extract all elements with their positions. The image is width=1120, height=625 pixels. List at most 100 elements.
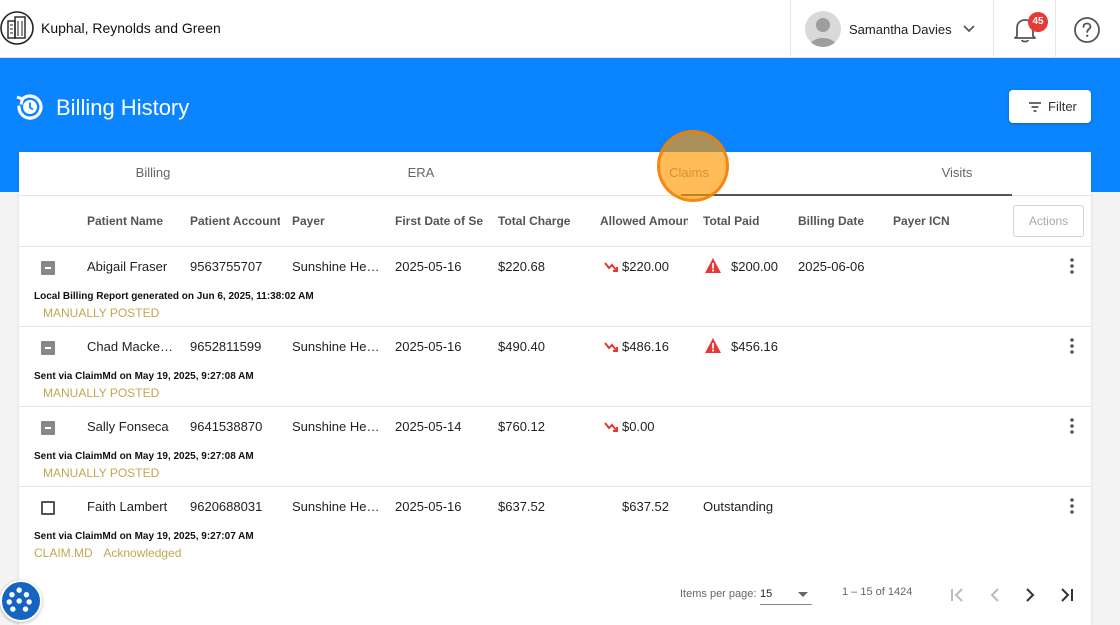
- dots-grid-icon: [6, 587, 32, 612]
- avatar: [805, 11, 841, 47]
- patient-name[interactable]: Chad Mackenzie: [87, 339, 173, 354]
- first-page-icon[interactable]: [947, 584, 969, 606]
- status-tag: MANUALLY POSTED: [43, 306, 160, 320]
- table-row[interactable]: Sally Fonseca 9641538870 Sunshine Health…: [19, 407, 1091, 487]
- table-header: Patient Name Patient Account Payer First…: [19, 196, 1091, 247]
- submission-info: Sent via ClaimMd on May 19, 2025, 9:27:0…: [34, 371, 254, 382]
- filter-label: Filter: [1048, 99, 1077, 114]
- submission-info: Sent via ClaimMd on May 19, 2025, 9:27:0…: [34, 531, 254, 542]
- total-paid: $456.16: [731, 339, 778, 354]
- allowed-amount: $637.52: [622, 499, 669, 514]
- patient-account: 9620688031: [190, 499, 263, 514]
- history-icon: [16, 94, 43, 120]
- help-icon[interactable]: [1073, 16, 1101, 44]
- tab-visits[interactable]: Visits: [823, 152, 1091, 196]
- notification-badge: 45: [1028, 12, 1048, 32]
- submission-info: Local Billing Report generated on Jun 6,…: [34, 291, 314, 302]
- row-checkbox[interactable]: [41, 421, 55, 435]
- user-name: Samantha Davies: [849, 22, 952, 37]
- page-range: 1 – 15 of 1424: [842, 586, 913, 598]
- paginator: Items per page: 15 1 – 15 of 1424: [19, 574, 1091, 614]
- row-checkbox[interactable]: [41, 261, 55, 275]
- accessibility-widget-button[interactable]: [0, 580, 42, 622]
- warning-icon: [705, 258, 721, 273]
- more-vertical-icon[interactable]: [1069, 497, 1075, 515]
- more-vertical-icon[interactable]: [1069, 337, 1075, 355]
- user-menu[interactable]: Samantha Davies: [790, 0, 994, 58]
- allowed-amount: $0.00: [622, 419, 655, 434]
- payer: Sunshine Health Plan: [292, 499, 382, 514]
- status-tags: MANUALLY POSTED: [43, 386, 167, 400]
- payer: Sunshine Health Plan: [292, 259, 382, 274]
- items-per-page-label: Items per page:: [680, 588, 757, 600]
- status-tag: MANUALLY POSTED: [43, 466, 160, 480]
- status-tags: MANUALLY POSTED: [43, 306, 167, 320]
- table-row[interactable]: Abigail Fraser 9563755707 Sunshine Healt…: [19, 247, 1091, 327]
- column-header-total-paid[interactable]: Total Paid: [703, 214, 791, 228]
- payer: Sunshine Health Plan: [292, 419, 382, 434]
- next-page-icon[interactable]: [1019, 584, 1041, 606]
- organization-name: Kuphal, Reynolds and Green: [41, 20, 221, 36]
- patient-name[interactable]: Faith Lambert: [87, 499, 187, 514]
- notifications-button[interactable]: 45: [994, 0, 1056, 58]
- payer: Sunshine Health Plan: [292, 339, 382, 354]
- more-vertical-icon[interactable]: [1069, 257, 1075, 275]
- building-logo-icon: [0, 11, 34, 45]
- submission-info: Sent via ClaimMd on May 19, 2025, 9:27:0…: [34, 451, 254, 462]
- trending-down-icon: [604, 422, 618, 432]
- first-date-of-service: 2025-05-16: [395, 499, 462, 514]
- column-header-allowed-amount[interactable]: Allowed Amount: [600, 214, 688, 228]
- last-page-icon[interactable]: [1055, 584, 1077, 606]
- trending-down-icon: [604, 342, 618, 352]
- actions-button[interactable]: Actions: [1013, 205, 1084, 237]
- tab-bar: Billing ERA Claims Visits: [19, 130, 1091, 202]
- warning-icon: [705, 338, 721, 353]
- filter-icon: [1029, 102, 1041, 112]
- first-date-of-service: 2025-05-14: [395, 419, 462, 434]
- table-row[interactable]: Chad Mackenzie 9652811599 Sunshine Healt…: [19, 327, 1091, 407]
- patient-account: 9641538870: [190, 419, 263, 434]
- chevron-down-icon[interactable]: [961, 21, 977, 37]
- row-checkbox[interactable]: [41, 501, 55, 515]
- allowed-amount: $486.16: [622, 339, 669, 354]
- patient-name[interactable]: Abigail Fraser: [87, 259, 187, 274]
- billing-date: 2025-06-06: [798, 259, 865, 274]
- user-avatar-icon: [809, 18, 837, 47]
- trending-down-icon: [604, 262, 618, 272]
- status-tags: MANUALLY POSTED: [43, 466, 167, 480]
- tab-billing[interactable]: Billing: [19, 152, 287, 196]
- dropdown-caret-icon: [798, 592, 808, 597]
- total-paid: Outstanding: [703, 499, 774, 514]
- status-tag: MANUALLY POSTED: [43, 386, 160, 400]
- column-header-patient-name[interactable]: Patient Name: [87, 214, 183, 228]
- row-checkbox[interactable]: [41, 341, 55, 355]
- page-size-select[interactable]: 15: [760, 585, 812, 605]
- status-tags: CLAIM.MD Acknowledged: [34, 546, 189, 560]
- more-vertical-icon[interactable]: [1069, 417, 1075, 435]
- allowed-amount: $220.00: [622, 259, 669, 274]
- total-charge: $490.40: [498, 339, 545, 354]
- total-charge: $220.68: [498, 259, 545, 274]
- first-date-of-service: 2025-05-16: [395, 259, 462, 274]
- column-header-payer[interactable]: Payer: [292, 214, 387, 228]
- page-title: Billing History: [56, 95, 190, 120]
- status-tag: CLAIM.MD: [34, 546, 93, 560]
- total-paid: $200.00: [731, 259, 778, 274]
- filter-button[interactable]: Filter: [1009, 90, 1091, 123]
- claims-card: Billing ERA Claims Visits Patient Name P…: [19, 130, 1091, 625]
- page-size-value: 15: [760, 588, 773, 600]
- table-row[interactable]: Faith Lambert 9620688031 Sunshine Health…: [19, 487, 1091, 567]
- total-charge: $760.12: [498, 419, 545, 434]
- patient-account: 9652811599: [190, 339, 262, 354]
- total-charge: $637.52: [498, 499, 545, 514]
- column-header-billing-date[interactable]: Billing Date: [798, 214, 888, 228]
- column-header-first-date[interactable]: First Date of Service: [395, 214, 483, 228]
- patient-name[interactable]: Sally Fonseca: [87, 419, 187, 434]
- tab-claims[interactable]: Claims: [555, 152, 823, 196]
- column-header-total-charge[interactable]: Total Charge: [498, 214, 590, 228]
- tab-era[interactable]: ERA: [287, 152, 555, 196]
- previous-page-icon[interactable]: [984, 584, 1006, 606]
- column-header-payer-icn[interactable]: Payer ICN: [893, 214, 983, 228]
- first-date-of-service: 2025-05-16: [395, 339, 462, 354]
- column-header-patient-account[interactable]: Patient Account: [190, 214, 280, 228]
